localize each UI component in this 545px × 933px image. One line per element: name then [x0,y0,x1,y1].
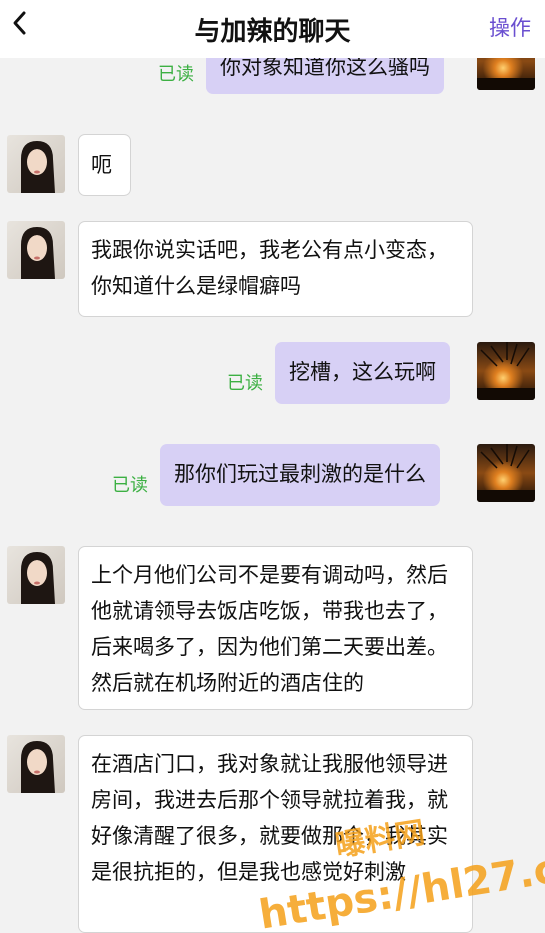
contact-avatar[interactable] [7,221,65,279]
message-bubble-received[interactable]: 我跟你说实话吧，我老公有点小变态，你知道什么是绿帽癖吗 [78,221,473,317]
contact-avatar[interactable] [7,546,65,604]
my-avatar[interactable] [477,342,535,400]
read-status: 已读 [112,475,148,496]
read-status: 已读 [158,64,194,85]
my-avatar[interactable] [477,444,535,502]
message-bubble-sent[interactable]: 那你们玩过最刺激的是什么 [160,444,440,506]
page-title: 与加辣的聊天 [194,17,351,47]
contact-avatar[interactable] [7,735,65,793]
message-bubble-sent[interactable]: 挖槽，这么玩啊 [275,342,450,404]
contact-avatar[interactable] [7,135,65,193]
message-bubble-received[interactable]: 呃 [78,134,131,196]
message-bubble-received[interactable]: 上个月他们公司不是要有调动吗，然后他就请领导去饭店吃饭，带我也去了，后来喝多了，… [78,546,473,710]
nav-header: 与加辣的聊天 操作 [0,0,545,58]
action-button[interactable]: 操作 [489,12,531,42]
message-bubble-received[interactable]: 在酒店门口，我对象就让我服他领导进房间，我进去后那个领导就拉着我，就好像清醒了很… [78,735,473,933]
chat-area[interactable]: 已读 你对象知道你这么骚吗 呃 我跟你说实话吧，我老公有点小变态，你知道什么是绿 [0,0,545,933]
read-status: 已读 [227,373,263,394]
